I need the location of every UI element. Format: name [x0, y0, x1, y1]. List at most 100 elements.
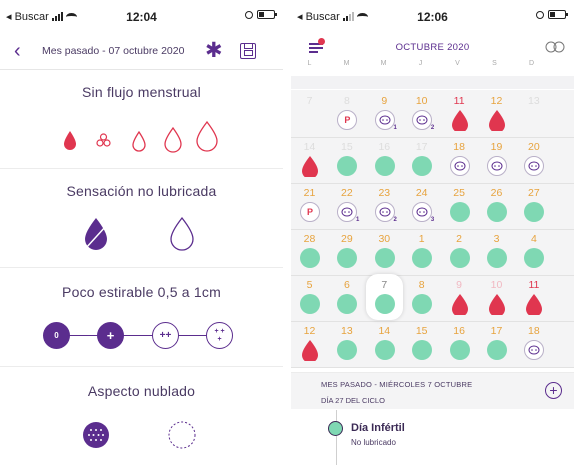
section-title: Sin flujo menstrual: [82, 84, 201, 100]
calendar-day[interactable]: 18: [515, 320, 552, 366]
calendar-day[interactable]: 18: [441, 136, 478, 182]
infertile-dot-icon: [328, 421, 343, 436]
calendar-day[interactable]: 10: [478, 274, 515, 320]
stretch-option-3[interactable]: + + +: [206, 322, 233, 349]
infertile-dot-icon: [337, 248, 358, 268]
calendar-day[interactable]: 14: [366, 320, 403, 366]
stretch-label: + + +: [214, 327, 225, 343]
calendar-day[interactable]: 13: [515, 90, 552, 136]
calendar-screen: ◂ Buscar 12:06 OCTUBRE 2020 L M M J V S …: [291, 0, 574, 465]
calendar-day[interactable]: 8P: [328, 90, 365, 136]
calendar-day[interactable]: 17: [478, 320, 515, 366]
dry-drop-icon-selected[interactable]: [85, 218, 107, 250]
day-number: 3: [493, 233, 500, 245]
calendar-day[interactable]: 11: [441, 90, 478, 136]
calendar-day[interactable]: 12: [291, 320, 328, 366]
calendar-day[interactable]: 27: [515, 182, 552, 228]
calendar-day[interactable]: 25: [441, 182, 478, 228]
calendar-day[interactable]: 5: [291, 274, 328, 320]
appearance-options: [83, 421, 196, 449]
day-number: 2: [456, 233, 463, 245]
day-number: 8: [343, 95, 350, 107]
medium-drop-icon[interactable]: [164, 126, 182, 153]
day-number: 17: [490, 325, 503, 337]
asterisk-icon[interactable]: ✱: [205, 38, 223, 63]
infertile-dot-icon: [300, 248, 320, 268]
infertile-dot-icon: [300, 294, 320, 314]
calendar-day[interactable]: 4: [515, 228, 552, 274]
cervix-observation-icon: 1: [374, 110, 397, 131]
spotting-drop-icon[interactable]: [64, 131, 76, 150]
calendar-day[interactable]: 11: [515, 274, 552, 320]
cervix-observation-icon: [449, 156, 470, 176]
day-number: 14: [378, 325, 391, 337]
light-drop-icon[interactable]: [132, 130, 146, 152]
battery-icon: [257, 10, 277, 19]
calendar-day[interactable]: 21 P: [291, 182, 328, 228]
orientation-lock-icon: [536, 10, 544, 19]
calendar-day[interactable]: 17: [403, 136, 440, 182]
sensation-options: [85, 216, 194, 251]
stretch-option-0[interactable]: 0: [43, 322, 70, 349]
calendar-day[interactable]: 24 3: [403, 182, 440, 228]
calendar-day[interactable]: 12: [478, 90, 515, 136]
calendar-day[interactable]: 8: [403, 274, 440, 320]
calendar-day[interactable]: 2: [441, 228, 478, 274]
day-number: 16: [378, 141, 391, 153]
calendar-day[interactable]: 29: [328, 228, 365, 274]
calendar-day[interactable]: 1: [403, 228, 440, 274]
stretch-option-2[interactable]: ++: [152, 322, 179, 349]
battery-icon: [548, 10, 568, 19]
heavy-drop-icon[interactable]: [196, 120, 218, 152]
calendar-day[interactable]: 7: [291, 90, 328, 136]
cycle-day: DÍA 27 DEL CICLO: [321, 396, 385, 405]
drops-toggle-icon[interactable]: [544, 41, 566, 53]
calendar-day[interactable]: 16: [366, 136, 403, 182]
cervix-observation-icon: [524, 340, 545, 360]
stretch-option-1[interactable]: +: [97, 322, 124, 349]
calendar-day[interactable]: 15: [328, 136, 365, 182]
calendar-day[interactable]: 14: [291, 136, 328, 182]
calendar-day[interactable]: 16: [441, 320, 478, 366]
stretch-label: +: [106, 328, 115, 343]
calendar-day[interactable]: 22 1: [328, 182, 365, 228]
calendar-day[interactable]: 15: [403, 320, 440, 366]
weekday-label: D: [528, 60, 535, 67]
status-right: [536, 10, 568, 19]
day-number: 12: [303, 325, 316, 337]
clear-icon[interactable]: [168, 421, 196, 449]
section-title: Aspecto nublado: [87, 383, 196, 399]
calendar-day[interactable]: 20: [515, 136, 552, 182]
observation-count: 1: [356, 217, 360, 223]
calendar-day[interactable]: 91: [366, 90, 403, 136]
day-number: 25: [453, 187, 465, 199]
calendar-day[interactable]: 10 2: [403, 90, 440, 136]
tiny-drops-icon[interactable]: [96, 133, 111, 147]
back-chevron-icon[interactable]: ‹: [14, 39, 21, 63]
day-number: 27: [528, 187, 540, 199]
calendar-day[interactable]: 19: [478, 136, 515, 182]
calendar-day[interactable]: 23 2: [366, 182, 403, 228]
add-button[interactable]: +: [545, 382, 562, 399]
observation-count: 3: [430, 217, 435, 223]
cloudy-icon-selected[interactable]: [83, 422, 109, 448]
month-title: OCTUBRE 2020: [395, 42, 470, 53]
day-number: 14: [303, 141, 316, 153]
lubricated-drop-icon[interactable]: [170, 216, 194, 251]
calendar-day[interactable]: 9: [441, 274, 478, 320]
calendar-day[interactable]: 7: [366, 274, 403, 320]
day-number: 29: [341, 233, 353, 245]
day-number: 13: [341, 325, 353, 337]
day-number: 10: [415, 95, 428, 107]
save-icon[interactable]: [240, 43, 256, 59]
day-number: 16: [453, 325, 465, 337]
calendar-day[interactable]: 30: [366, 228, 403, 274]
calendar-day[interactable]: 26: [478, 182, 515, 228]
calendar-day[interactable]: 6: [328, 274, 365, 320]
calendar-day[interactable]: 28: [291, 228, 328, 274]
calendar-day[interactable]: 13: [328, 320, 365, 366]
day-number: 9: [456, 279, 463, 291]
section-stretch: Poco estirable 0,5 a 1cm: [0, 284, 283, 300]
day-number: 4: [530, 233, 537, 245]
calendar-day[interactable]: 3: [478, 228, 515, 274]
